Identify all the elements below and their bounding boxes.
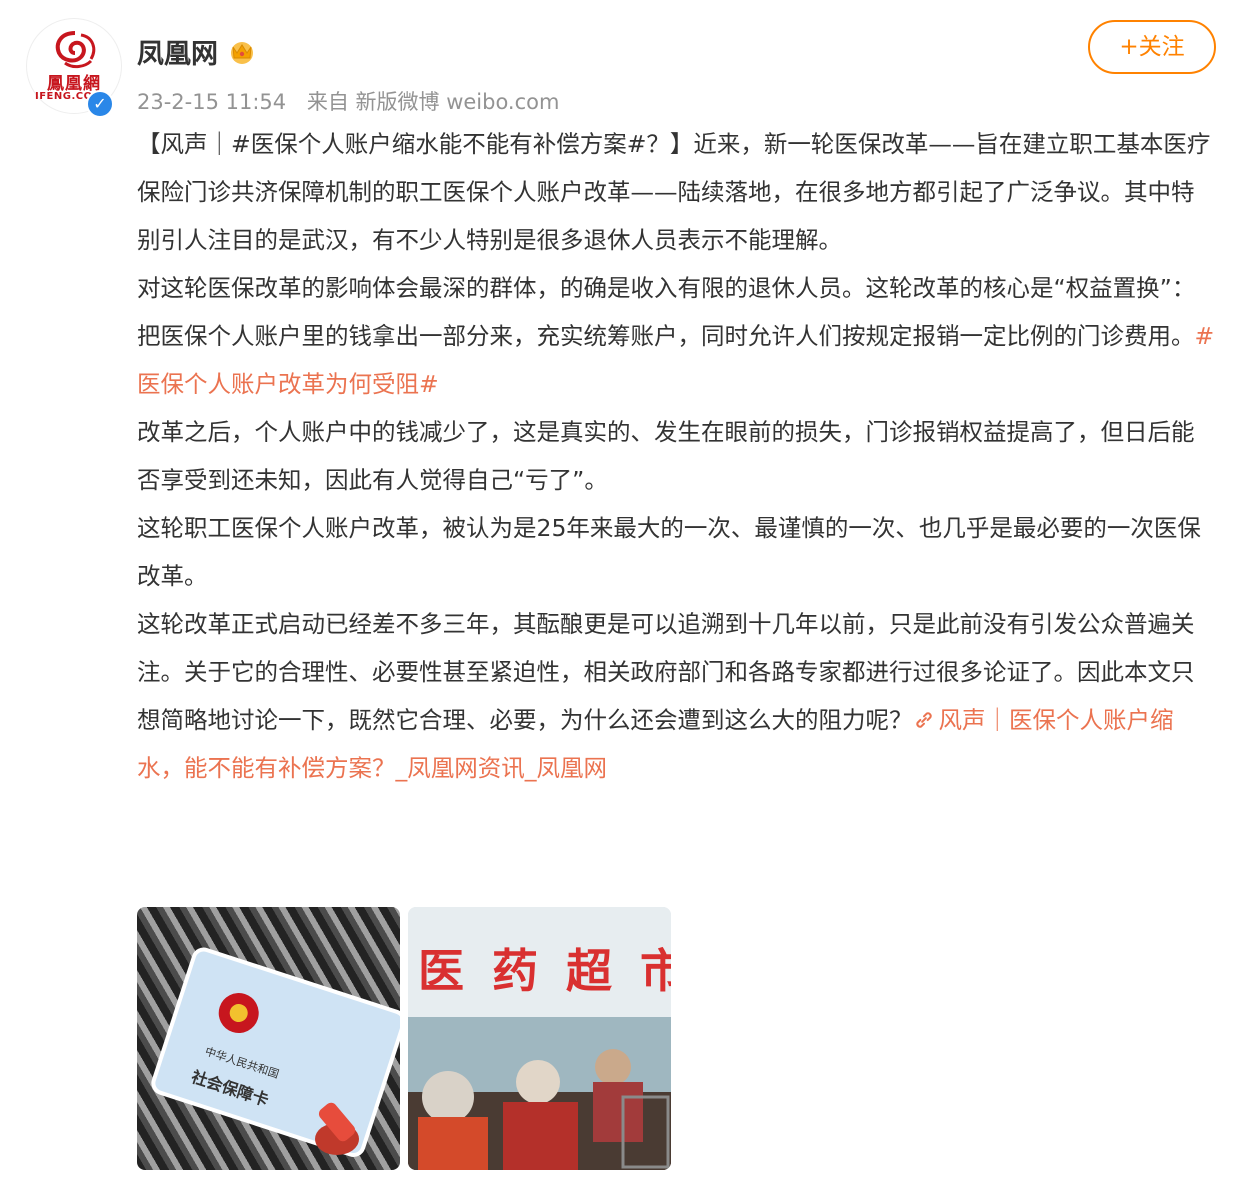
post-timestamp[interactable]: 23-2-15 11:54 <box>137 90 286 114</box>
post-paragraph-2: 对这轮医保改革的影响体会最深的群体，的确是收入有限的退休人员。这轮改革的核心是“… <box>137 264 1217 408</box>
pharmacy-sign-text: 医 药 超 市 <box>418 944 671 998</box>
crown-icon <box>231 42 253 64</box>
post-paragraph-4: 这轮职工医保个人账户改革，被认为是25年来最大的一次、最谨慎的一次、也几乎是最必… <box>137 514 1201 590</box>
post-paragraph-3: 改革之后，个人账户中的钱减少了，这是真实的、发生在眼前的损失，门诊报销权益提高了… <box>137 418 1195 494</box>
follow-button[interactable]: +关注 <box>1088 20 1216 74</box>
avatar-logo-en: IFENG.CO <box>35 91 93 102</box>
post-paragraph-5: 这轮改革正式启动已经差不多三年，其酝酿更是可以追溯到十几年以前，只是此前没有引发… <box>137 600 1217 792</box>
post-paragraph-1: 【风声｜#医保个人账户缩水能不能有补偿方案#？】近来，新一轮医保改革——旨在建立… <box>137 130 1211 254</box>
post-content: 【风声｜#医保个人账户缩水能不能有补偿方案#？】近来，新一轮医保改革——旨在建立… <box>137 120 1217 792</box>
user-name[interactable]: 凤凰网 <box>137 32 218 71</box>
social-security-card-image[interactable]: 中华人民共和国 社会保障卡 <box>137 907 400 1170</box>
pharmacy-scene-image[interactable]: 医 药 超 市 <box>408 907 671 1170</box>
card-illustration: 中华人民共和国 社会保障卡 <box>137 907 400 1170</box>
verified-check-icon: ✓ <box>86 90 114 118</box>
link-icon <box>915 712 932 728</box>
ifeng-logo-icon <box>55 31 96 69</box>
pharmacy-illustration: 医 药 超 市 <box>408 907 671 1170</box>
post-meta: 23-2-15 11:54 来自 新版微博 weibo.com <box>137 86 573 116</box>
post-source: 来自 新版微博 weibo.com <box>306 90 560 114</box>
paragraph-2-text: 对这轮医保改革的影响体会最深的群体，的确是收入有限的退休人员。这轮改革的核心是“… <box>137 274 1196 350</box>
